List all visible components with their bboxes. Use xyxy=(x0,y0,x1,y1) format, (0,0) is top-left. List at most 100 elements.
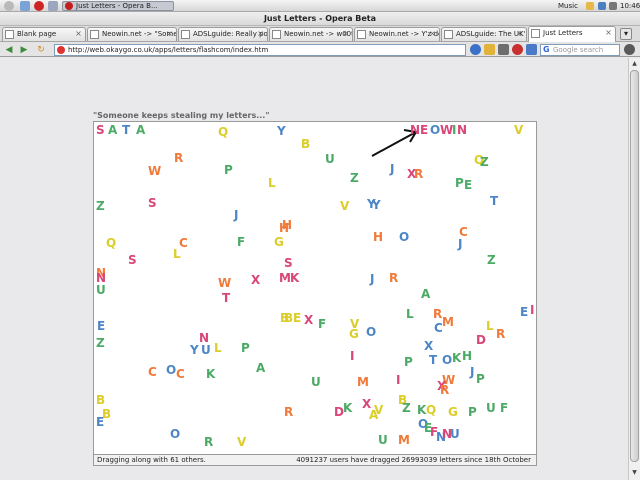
draggable-letter[interactable]: B xyxy=(96,394,105,406)
draggable-letter[interactable]: R xyxy=(174,152,183,164)
draggable-letter[interactable]: B xyxy=(284,312,293,324)
draggable-letter[interactable]: E xyxy=(520,306,528,318)
draggable-letter[interactable]: R xyxy=(440,384,449,396)
draggable-letter[interactable]: V xyxy=(374,404,383,416)
draggable-letter[interactable]: B xyxy=(301,138,310,150)
tab-neowin-dock[interactable]: Neowin.net -> Y'z dock ... × xyxy=(354,27,440,41)
draggable-letter[interactable]: Z xyxy=(350,172,359,184)
draggable-letter[interactable]: F xyxy=(237,236,245,248)
draggable-letter[interactable]: K xyxy=(206,368,215,380)
draggable-letter[interactable]: F xyxy=(318,318,326,330)
draggable-letter[interactable]: W xyxy=(148,165,161,177)
scroll-thumb[interactable] xyxy=(630,70,639,462)
apple-menu-icon[interactable] xyxy=(4,1,14,11)
draggable-letter[interactable]: W xyxy=(218,277,231,289)
draggable-letter[interactable]: J xyxy=(234,209,238,221)
search-engine-icon[interactable] xyxy=(526,44,537,55)
draggable-letter[interactable]: C xyxy=(148,366,157,378)
tab-just-letters[interactable]: Just Letters × xyxy=(528,26,616,42)
draggable-letter[interactable]: C xyxy=(434,322,443,334)
opera-icon[interactable] xyxy=(512,44,523,55)
draggable-letter[interactable]: O xyxy=(430,124,440,136)
draggable-letter[interactable]: T xyxy=(122,124,130,136)
draggable-letter[interactable]: M xyxy=(442,316,454,328)
search-input[interactable]: G Google search xyxy=(540,44,620,56)
draggable-letter[interactable]: T xyxy=(222,292,230,304)
forward-icon[interactable]: ▶ xyxy=(18,44,30,56)
draggable-letter[interactable]: T xyxy=(429,354,437,366)
opera-icon[interactable] xyxy=(34,1,44,11)
draggable-letter[interactable]: G xyxy=(448,406,458,418)
draggable-letter[interactable]: S xyxy=(148,197,157,209)
draggable-letter[interactable]: P xyxy=(455,177,464,189)
draggable-letter[interactable]: L xyxy=(173,248,181,260)
letters-canvas[interactable]: SATAQYBUNEOWINVRWPLZJXRQZZSVYYPETJHHQCFG… xyxy=(93,121,537,455)
draggable-letter[interactable]: O xyxy=(399,231,409,243)
trash-icon[interactable]: ▾ xyxy=(620,28,632,40)
draggable-letter[interactable]: L xyxy=(214,342,222,354)
music-menu[interactable]: Music xyxy=(558,1,578,11)
draggable-letter[interactable]: N xyxy=(457,124,467,136)
feed-icon[interactable] xyxy=(470,44,481,55)
draggable-letter[interactable]: A xyxy=(256,362,265,374)
app-icon[interactable] xyxy=(48,1,58,11)
draggable-letter[interactable]: M xyxy=(398,434,410,446)
draggable-letter[interactable]: K xyxy=(452,352,461,364)
tab-neowin-someone[interactable]: Neowin.net -> "Someon... × xyxy=(87,27,177,41)
draggable-letter[interactable]: Y xyxy=(372,199,381,211)
draggable-letter[interactable]: R xyxy=(496,328,505,340)
draggable-letter[interactable]: K xyxy=(290,272,299,284)
draggable-letter[interactable]: N xyxy=(410,124,420,136)
draggable-letter[interactable]: L xyxy=(406,308,414,320)
draggable-letter[interactable]: P xyxy=(404,356,413,368)
draggable-letter[interactable]: P xyxy=(224,164,233,176)
draggable-letter[interactable]: U xyxy=(325,153,335,165)
close-icon[interactable]: × xyxy=(515,30,524,39)
draggable-letter[interactable]: J xyxy=(390,163,394,175)
draggable-letter[interactable]: P xyxy=(468,406,477,418)
draggable-letter[interactable]: F xyxy=(500,402,508,414)
draggable-letter[interactable]: P xyxy=(241,342,250,354)
gmail-icon[interactable] xyxy=(484,44,495,55)
draggable-letter[interactable]: D xyxy=(476,334,486,346)
draggable-letter[interactable]: G xyxy=(274,236,284,248)
draggable-letter[interactable]: S xyxy=(284,257,293,269)
close-icon[interactable]: × xyxy=(165,30,174,39)
vertical-scrollbar[interactable]: ▲ ▼ xyxy=(628,58,640,480)
draggable-letter[interactable]: O xyxy=(442,354,452,366)
draggable-letter[interactable]: E xyxy=(96,416,104,428)
draggable-letter[interactable]: I xyxy=(350,350,354,362)
close-icon[interactable]: × xyxy=(341,30,350,39)
close-icon[interactable]: × xyxy=(428,30,437,39)
draggable-letter[interactable]: E xyxy=(464,179,472,191)
draggable-letter[interactable]: N xyxy=(96,272,106,284)
draggable-letter[interactable]: E xyxy=(420,124,428,136)
draggable-letter[interactable]: C xyxy=(176,368,185,380)
draggable-letter[interactable]: U xyxy=(450,428,460,440)
draggable-letter[interactable]: A xyxy=(421,288,430,300)
draggable-letter[interactable]: Z xyxy=(96,337,105,349)
draggable-letter[interactable]: Z xyxy=(487,254,496,266)
draggable-letter[interactable]: Z xyxy=(402,402,411,414)
bookmark-icon[interactable] xyxy=(498,44,509,55)
draggable-letter[interactable]: J xyxy=(470,366,474,378)
draggable-letter[interactable]: Z xyxy=(480,156,489,168)
draggable-letter[interactable]: K xyxy=(343,402,352,414)
tab-adslguide-poor[interactable]: ADSLguide: Really poor ... × xyxy=(178,27,268,41)
close-icon[interactable]: × xyxy=(604,29,613,38)
draggable-letter[interactable]: H xyxy=(282,219,292,231)
draggable-letter[interactable]: S xyxy=(128,254,137,266)
draggable-letter[interactable]: R xyxy=(389,272,398,284)
draggable-letter[interactable]: M xyxy=(357,376,369,388)
draggable-letter[interactable]: O xyxy=(366,326,376,338)
draggable-letter[interactable]: X xyxy=(304,314,313,326)
volume-icon[interactable] xyxy=(609,2,617,10)
draggable-letter[interactable]: R xyxy=(204,436,213,448)
draggable-letter[interactable]: T xyxy=(490,195,498,207)
draggable-letter[interactable]: O xyxy=(166,364,176,376)
draggable-letter[interactable]: Q xyxy=(218,126,228,138)
finder-icon[interactable] xyxy=(20,1,30,11)
draggable-letter[interactable]: U xyxy=(311,376,321,388)
draggable-letter[interactable]: L xyxy=(268,177,276,189)
draggable-letter[interactable]: R xyxy=(284,406,293,418)
